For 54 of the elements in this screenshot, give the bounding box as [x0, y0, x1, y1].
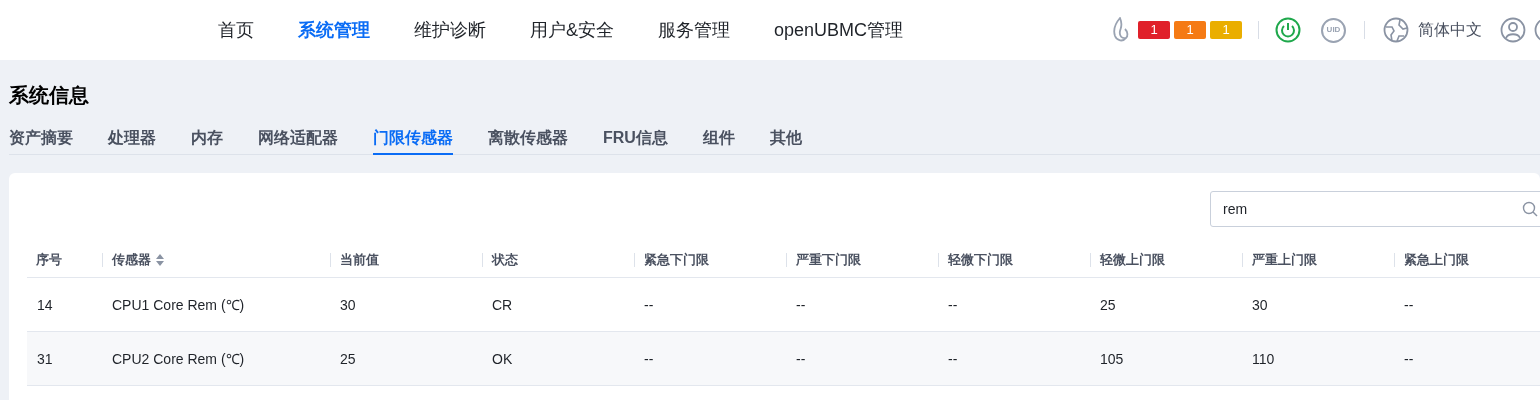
- table-cell: 105: [1100, 350, 1124, 367]
- table-cell: OK: [492, 350, 513, 367]
- nav-item[interactable]: openUBMC管理: [754, 16, 924, 44]
- table-cell: --: [796, 350, 806, 367]
- table-cell: --: [948, 350, 958, 367]
- table-cell: CR: [492, 296, 513, 313]
- column-header: 轻微下门限: [948, 251, 1013, 270]
- column-header: 紧急上门限: [1404, 251, 1469, 270]
- tab[interactable]: 离散传感器: [488, 122, 568, 155]
- column-header: 紧急下门限: [644, 251, 709, 270]
- tab[interactable]: 组件: [702, 122, 735, 155]
- table-cell: 30: [340, 296, 356, 313]
- tab[interactable]: 网络适配器: [258, 122, 338, 155]
- table-cell: --: [644, 350, 654, 367]
- table-cell: 31: [37, 350, 53, 367]
- sort-icon[interactable]: [155, 253, 165, 267]
- nav-item[interactable]: 维护诊断: [394, 16, 506, 44]
- tab[interactable]: 门限传感器: [373, 122, 453, 155]
- table-cell: CPU1 Core Rem (℃): [112, 296, 245, 313]
- tab[interactable]: 处理器: [108, 122, 156, 155]
- user-icon[interactable]: [1500, 17, 1526, 43]
- table-cell: --: [796, 296, 806, 313]
- globe-icon[interactable]: [1383, 17, 1409, 43]
- power-icon[interactable]: [1275, 17, 1301, 43]
- table-cell: --: [1404, 296, 1414, 313]
- table-cell: 30: [1252, 296, 1268, 313]
- tab[interactable]: 其他: [769, 122, 802, 155]
- nav-item[interactable]: 系统管理: [278, 16, 390, 44]
- page-title: 系统信息: [9, 83, 90, 108]
- column-header: 状态: [492, 251, 518, 270]
- table-cell: 110: [1252, 350, 1275, 367]
- column-header: 严重下门限: [796, 251, 861, 270]
- alarm-count[interactable]: 1: [1138, 21, 1170, 39]
- column-header: 序号: [36, 251, 62, 270]
- column-header: 当前值: [340, 251, 379, 270]
- column-header: 轻微上门限: [1100, 251, 1165, 270]
- table-cell: --: [644, 296, 654, 313]
- nav-item[interactable]: 首页: [198, 16, 274, 44]
- column-header: 传感器: [112, 251, 151, 270]
- search-field[interactable]: rem: [1210, 191, 1540, 227]
- table-cell: 25: [1100, 296, 1116, 313]
- column-header: 严重上门限: [1252, 251, 1317, 270]
- tab[interactable]: FRU信息: [603, 122, 668, 155]
- table-cell: CPU2 Core Rem (℃): [112, 350, 245, 367]
- search-icon[interactable]: [1522, 201, 1538, 217]
- table-cell: 25: [340, 350, 356, 367]
- nav-item[interactable]: 用户&安全: [510, 16, 634, 44]
- table-cell: 14: [37, 296, 53, 313]
- tab[interactable]: 内存: [191, 122, 223, 155]
- tab[interactable]: 资产摘要: [9, 122, 73, 155]
- nav-item[interactable]: 服务管理: [638, 16, 750, 44]
- table-cell: --: [1404, 350, 1414, 367]
- language-selector[interactable]: 简体中文: [1418, 18, 1482, 42]
- table-cell: --: [948, 296, 958, 313]
